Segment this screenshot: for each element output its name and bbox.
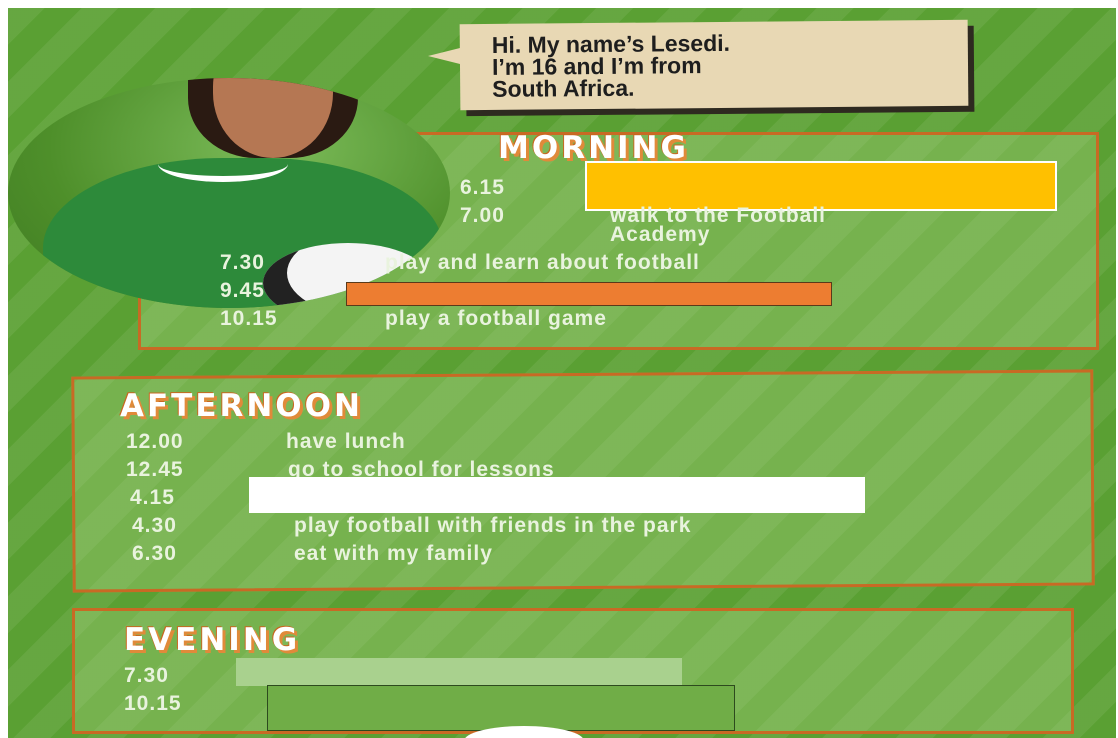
time-label: 6.30 <box>132 542 177 565</box>
time-label: 10.15 <box>220 307 278 330</box>
time-label: 4.30 <box>132 514 177 537</box>
activity-label: play football with friends in the park <box>294 514 692 537</box>
evening-heading: EVENING <box>124 622 301 658</box>
time-label: 10.15 <box>124 692 182 715</box>
answer-blank-light-green <box>236 658 682 686</box>
answer-blank-orange <box>346 282 832 306</box>
time-label: 9.45 <box>220 279 265 302</box>
activity-label: eat with my family <box>294 542 493 565</box>
activity-label: play a football game <box>385 307 607 330</box>
time-label: 6.15 <box>460 176 505 199</box>
answer-blank-white <box>249 477 865 513</box>
activity-label: play and learn about football <box>385 251 700 274</box>
time-label: 4.15 <box>130 486 175 509</box>
speech-bubble-text: Hi. My name’s Lesedi. I’m 16 and I’m fro… <box>492 30 953 102</box>
time-label: 7.30 <box>220 251 265 274</box>
bubble-line-3: South Africa. <box>492 74 635 102</box>
time-label: 12.45 <box>126 458 184 481</box>
speech-bubble: Hi. My name’s Lesedi. I’m 16 and I’m fro… <box>459 19 969 111</box>
answer-blank-green <box>267 685 735 731</box>
activity-label: have lunch <box>286 430 406 453</box>
time-label: 7.00 <box>460 204 505 227</box>
time-label: 7.30 <box>124 664 169 687</box>
schedule-row-continued: Academy <box>610 223 710 247</box>
activity-label: Academy <box>610 223 711 246</box>
afternoon-heading: AFTERNOON <box>120 388 363 424</box>
worksheet-page: Hi. My name’s Lesedi. I’m 16 and I’m fro… <box>8 8 1116 738</box>
time-label: 12.00 <box>126 430 184 453</box>
